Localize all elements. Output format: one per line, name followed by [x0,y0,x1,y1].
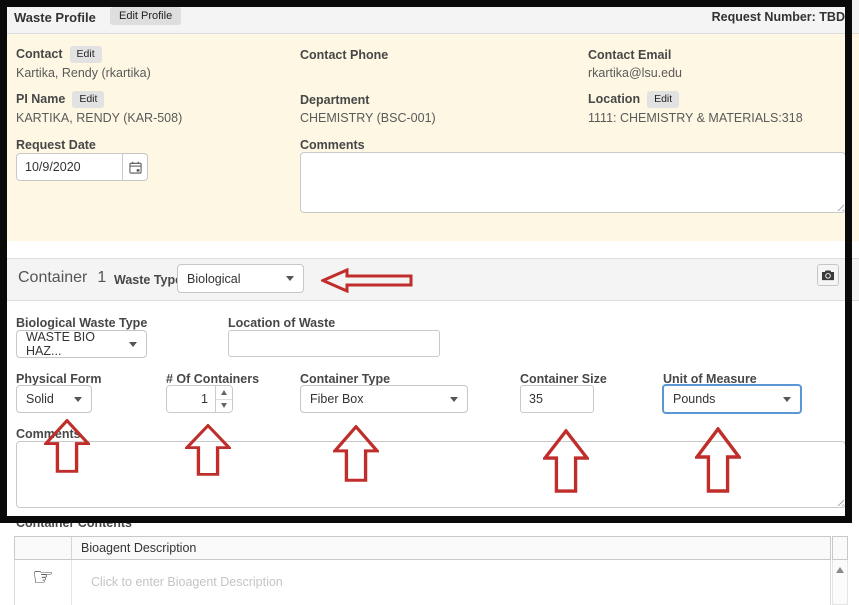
bioagent-placeholder: Click to enter Bioagent Description [91,575,283,589]
camera-button[interactable] [817,264,839,286]
camera-icon [821,269,835,281]
edit-profile-button[interactable]: Edit Profile [110,7,181,25]
contact-email-label: Contact Email [588,48,671,62]
contents-table-header: Bioagent Description [14,536,831,560]
bioagent-row[interactable]: ☞ Click to enter Bioagent Description [14,560,831,605]
num-containers-input[interactable] [167,386,215,412]
container-comments-textarea[interactable] [16,441,846,508]
container-comments-label: Comments [16,427,81,441]
container-number: 1 [97,269,106,286]
profile-comments-textarea[interactable] [300,152,846,213]
num-containers-stepper[interactable] [166,385,233,413]
container-comments-wrap [16,441,846,508]
department-label: Department [300,93,369,107]
physical-form-select[interactable]: Solid [16,385,92,413]
stepper-up-button[interactable] [216,386,232,400]
bio-waste-type-select[interactable]: WASTE BIO HAZ... [16,330,147,358]
num-containers-label: # Of Containers [166,372,259,386]
pi-name-edit-button[interactable]: Edit [72,91,104,108]
profile-comments-label: Comments [300,138,365,152]
row-indicator-column-header [15,537,72,559]
chevron-down-icon [74,397,82,402]
waste-type-label: Waste Type [114,273,182,287]
scrollbar[interactable] [832,560,848,605]
container-size-input[interactable] [520,385,594,413]
pi-name-value: KARTIKA, RENDY (KAR-508) [16,111,182,125]
unit-of-measure-select[interactable]: Pounds [662,384,802,414]
stepper-down-button[interactable] [216,400,232,413]
chevron-down-icon [129,342,137,347]
container-title: Container1 [18,269,106,287]
location-label: LocationEdit [588,91,679,108]
container-size-wrap [520,385,594,413]
row-indicator-cell: ☞ [15,560,72,605]
triangle-down-icon [221,403,227,408]
bioagent-description-cell[interactable]: Click to enter Bioagent Description [72,560,283,605]
pi-name-label: PI NameEdit [16,91,104,108]
container-type-label: Container Type [300,372,390,386]
physical-form-label: Physical Form [16,372,101,386]
pointer-hand-icon: ☞ [32,565,54,589]
request-date-label: Request Date [16,138,96,152]
profile-comments-wrap [300,152,846,213]
waste-type-select[interactable]: Biological [177,264,304,293]
calendar-button[interactable] [123,153,148,181]
contact-label: ContactEdit [16,46,102,63]
chevron-down-icon [450,397,458,402]
contact-phone-label: Contact Phone [300,48,388,62]
request-date-input[interactable] [16,153,123,181]
page-title: Waste Profile [14,10,96,25]
waste-profile-page: Waste Profile Edit Profile Request Numbe… [0,0,859,605]
location-edit-button[interactable]: Edit [647,91,679,108]
container-type-select[interactable]: Fiber Box [300,385,468,413]
request-number: Request Number: TBD [712,10,845,24]
contact-edit-button[interactable]: Edit [70,46,102,63]
calendar-icon [129,161,142,174]
triangle-up-icon [221,390,227,395]
scrollbar-header-cell [832,536,848,560]
chevron-down-icon [783,397,791,402]
location-of-waste-input[interactable] [228,330,440,357]
location-of-waste-wrap [228,330,440,357]
container-size-label: Container Size [520,372,607,386]
location-of-waste-label: Location of Waste [228,316,335,330]
container-contents-title: Container Contents [16,516,132,530]
request-number-value: TBD [819,10,845,24]
department-value: CHEMISTRY (BSC-001) [300,111,436,125]
scroll-up-icon [836,567,844,573]
bioagent-column-header: Bioagent Description [72,541,196,555]
chevron-down-icon [286,276,294,281]
contact-value: Kartika, Rendy (rkartika) [16,66,151,80]
contact-email-value: rkartika@lsu.edu [588,66,682,80]
bio-waste-type-label: Biological Waste Type [16,316,147,330]
stepper-buttons [215,386,232,412]
request-number-label: Request Number: [712,10,816,24]
request-date-group [16,153,148,181]
location-value: 1111: CHEMISTRY & MATERIALS:318 [588,111,803,125]
